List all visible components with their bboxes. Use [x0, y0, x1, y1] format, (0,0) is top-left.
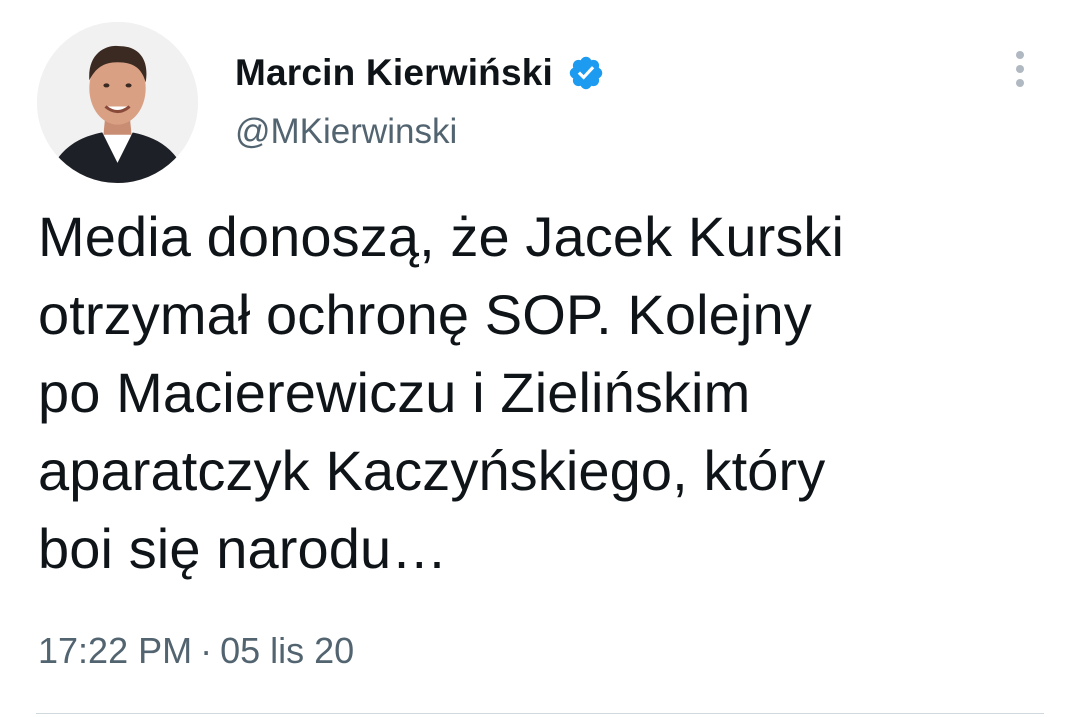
meta-separator: ·: [200, 630, 213, 671]
display-name[interactable]: Marcin Kierwiński: [235, 52, 553, 94]
tweet-time: 17:22 PM: [38, 630, 193, 671]
more-dot: [1016, 51, 1024, 59]
profile-photo: [37, 22, 198, 183]
more-dot: [1016, 65, 1024, 73]
divider: [36, 713, 1044, 714]
tweet-card: Marcin Kierwiński @MKierwinski Media don…: [0, 0, 1080, 717]
more-options-icon[interactable]: [1004, 44, 1036, 94]
tweet-timestamp[interactable]: 17:22 PM · 05 lis 20: [38, 630, 354, 672]
more-dot: [1016, 79, 1024, 87]
avatar[interactable]: [37, 22, 198, 183]
tweet-text: Media donoszą, że Jacek Kurski otrzymał …: [38, 205, 845, 580]
tweet-date: 05 lis 20: [220, 630, 355, 671]
verified-badge-icon: [567, 54, 605, 92]
author-name-row: Marcin Kierwiński: [235, 48, 605, 98]
user-handle[interactable]: @MKierwinski: [235, 112, 457, 152]
